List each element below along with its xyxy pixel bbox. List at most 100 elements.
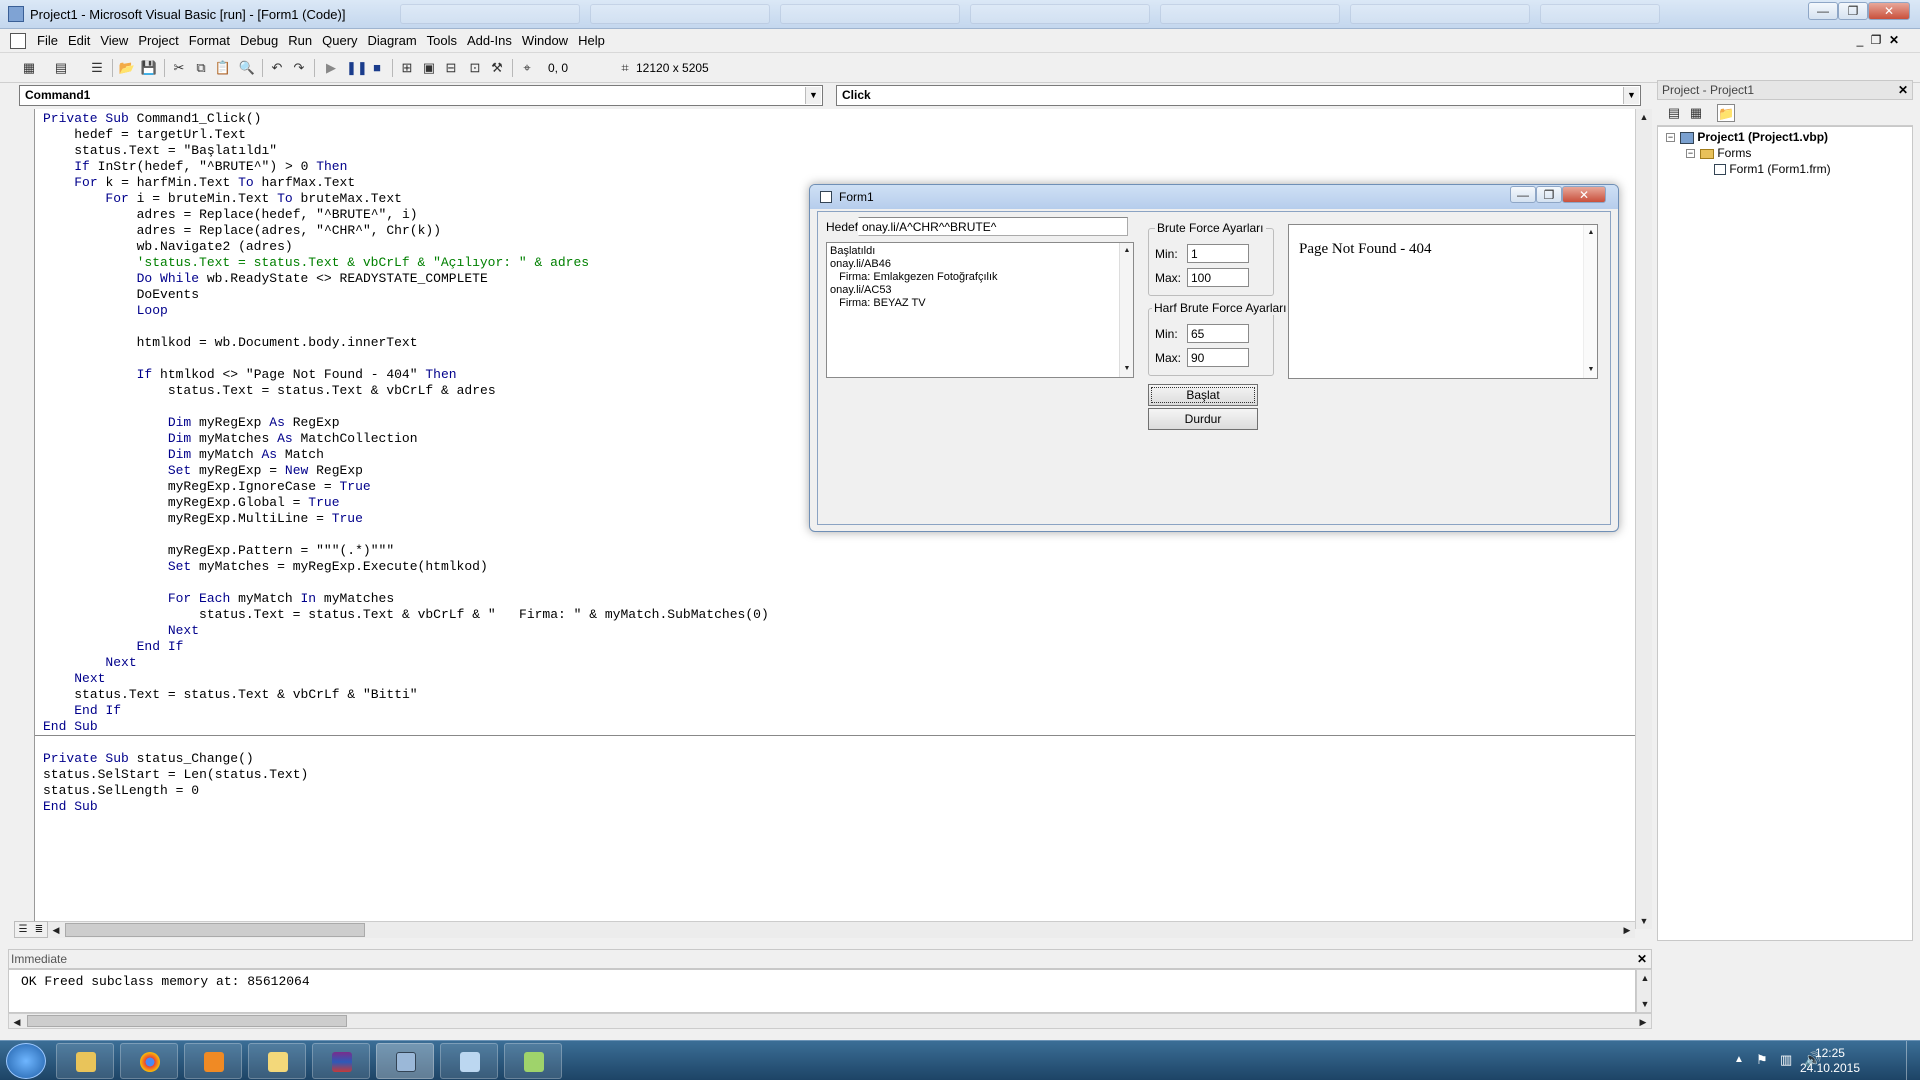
procedure-combo[interactable]: Click ▼: [836, 85, 1641, 106]
code-line[interactable]: Set myMatches = myRegExp.Execute(htmlkod…: [43, 559, 769, 575]
code-line[interactable]: [43, 351, 769, 367]
immediate-vertical-scrollbar[interactable]: ▲ ▼: [1636, 969, 1652, 1013]
action-center-icon[interactable]: ⚑: [1756, 1052, 1768, 1068]
mdi-restore-icon[interactable]: ❐: [1868, 33, 1884, 49]
scroll-down-icon[interactable]: ▼: [1636, 913, 1652, 929]
minimize-button[interactable]: —: [1510, 186, 1536, 203]
start-button[interactable]: Başlat: [1148, 384, 1258, 406]
code-line[interactable]: myRegExp.Pattern = """(.*)""": [43, 543, 769, 559]
properties-window-icon[interactable]: ▣: [420, 59, 438, 77]
taskbar-winrar[interactable]: [312, 1043, 370, 1079]
code-line[interactable]: Next: [43, 655, 769, 671]
harf-min-input[interactable]: 65: [1187, 324, 1249, 343]
toggle-folders-icon[interactable]: 📁: [1717, 104, 1735, 122]
code-line[interactable]: myRegExp.IgnoreCase = True: [43, 479, 769, 495]
close-icon[interactable]: ✕: [1637, 952, 1647, 966]
close-button[interactable]: ✕: [1562, 186, 1606, 203]
code-line[interactable]: adres = Replace(hedef, "^BRUTE^", i): [43, 207, 769, 223]
code-line[interactable]: Dim myMatch As Match: [43, 447, 769, 463]
scroll-right-icon[interactable]: ▶: [1635, 1014, 1651, 1030]
code-line[interactable]: 'status.Text = status.Text & vbCrLf & "A…: [43, 255, 769, 271]
paste-icon[interactable]: 📋: [214, 59, 232, 77]
hedef-input[interactable]: onay.li/A^CHR^^BRUTE^: [858, 217, 1128, 236]
scroll-thumb[interactable]: [27, 1015, 347, 1027]
maximize-button[interactable]: ❐: [1536, 186, 1562, 203]
scroll-up-icon[interactable]: ▲: [1584, 225, 1597, 241]
code-line[interactable]: hedef = targetUrl.Text: [43, 127, 769, 143]
code-line[interactable]: Next: [43, 671, 769, 687]
save-icon[interactable]: 💾: [140, 59, 158, 77]
menu-item-tools[interactable]: Tools: [422, 29, 462, 53]
taskbar-media-player[interactable]: [184, 1043, 242, 1079]
tree-node-forms[interactable]: Forms: [1700, 146, 1751, 160]
taskbar-vb6[interactable]: [376, 1043, 434, 1079]
code-line[interactable]: Loop: [43, 303, 769, 319]
code-line[interactable]: For i = bruteMin.Text To bruteMax.Text: [43, 191, 769, 207]
scroll-up-icon[interactable]: ▲: [1637, 970, 1653, 986]
minimize-button[interactable]: —: [1808, 2, 1838, 20]
end-icon[interactable]: ■: [368, 59, 386, 77]
web-browser-control[interactable]: Page Not Found - 404 ▲ ▼: [1288, 224, 1598, 379]
tree-node-form1[interactable]: Form1 (Form1.frm): [1714, 162, 1831, 176]
form-layout-icon[interactable]: ⊟: [442, 59, 460, 77]
code-line[interactable]: [43, 527, 769, 543]
mdi-minimize-icon[interactable]: _: [1852, 33, 1868, 49]
menu-editor-icon[interactable]: ☰: [88, 59, 106, 77]
close-button[interactable]: ✕: [1868, 2, 1910, 20]
procedure-view-icon[interactable]: ☰: [15, 922, 31, 938]
menu-item-add-ins[interactable]: Add-Ins: [462, 29, 517, 53]
code-line[interactable]: Next: [43, 623, 769, 639]
network-icon[interactable]: ▥: [1780, 1052, 1792, 1068]
code-line[interactable]: Do While wb.ReadyState <> READYSTATE_COM…: [43, 271, 769, 287]
code-line[interactable]: myRegExp.MultiLine = True: [43, 511, 769, 527]
code-line[interactable]: Set myRegExp = New RegExp: [43, 463, 769, 479]
code-line[interactable]: End If: [43, 703, 769, 719]
stop-button[interactable]: Durdur: [1148, 408, 1258, 430]
menu-item-help[interactable]: Help: [573, 29, 610, 53]
scroll-down-icon[interactable]: ▼: [1584, 362, 1597, 378]
add-form-icon[interactable]: ▤: [52, 59, 70, 77]
code-line[interactable]: status.Text = "Başlatıldı": [43, 143, 769, 159]
code-line[interactable]: If htmlkod <> "Page Not Found - 404" The…: [43, 367, 769, 383]
undo-icon[interactable]: ↶: [268, 59, 286, 77]
menu-item-edit[interactable]: Edit: [63, 29, 95, 53]
view-code-icon[interactable]: ▤: [1665, 104, 1683, 122]
system-clock[interactable]: 12:25 24.10.2015: [1800, 1046, 1860, 1076]
maximize-button[interactable]: ❐: [1838, 2, 1868, 20]
code-line[interactable]: If InStr(hedef, "^BRUTE^") > 0 Then: [43, 159, 769, 175]
view-object-icon[interactable]: ▦: [1687, 104, 1705, 122]
open-icon[interactable]: 📂: [118, 59, 136, 77]
start-button-orb[interactable]: [6, 1043, 46, 1079]
menu-item-format[interactable]: Format: [184, 29, 235, 53]
code-line[interactable]: For Each myMatch In myMatches: [43, 591, 769, 607]
code-line[interactable]: status.SelLength = 0: [43, 783, 769, 799]
code-vertical-scrollbar[interactable]: ▲ ▼: [1635, 109, 1652, 929]
scroll-up-icon[interactable]: ▲: [1636, 109, 1652, 125]
find-icon[interactable]: 🔍: [238, 59, 256, 77]
mdi-child-icon[interactable]: [10, 33, 26, 49]
scroll-up-icon[interactable]: ▲: [1120, 243, 1133, 259]
full-module-view-icon[interactable]: ≣: [31, 922, 47, 938]
menu-item-project[interactable]: Project: [133, 29, 183, 53]
cut-icon[interactable]: ✂: [170, 59, 188, 77]
chevron-down-icon[interactable]: ▼: [1623, 87, 1639, 104]
show-desktop-button[interactable]: [1906, 1041, 1920, 1080]
scroll-left-icon[interactable]: ◀: [9, 1014, 25, 1030]
browser-vertical-scrollbar[interactable]: ▲ ▼: [1583, 225, 1597, 378]
code-horizontal-scrollbar[interactable]: ◀ ▶: [48, 921, 1635, 938]
code-line[interactable]: status.Text = status.Text & vbCrLf & adr…: [43, 383, 769, 399]
code-line[interactable]: status.Text = status.Text & vbCrLf & " F…: [43, 607, 769, 623]
show-hidden-icons-icon[interactable]: ▲: [1734, 1054, 1744, 1065]
code-line[interactable]: For k = harfMin.Text To harfMax.Text: [43, 175, 769, 191]
taskbar-folder[interactable]: [248, 1043, 306, 1079]
break-icon[interactable]: ❚❚: [346, 59, 368, 77]
code-line[interactable]: adres = Replace(adres, "^CHR^", Chr(k)): [43, 223, 769, 239]
object-combo[interactable]: Command1 ▼: [19, 85, 823, 106]
toolbox-icon[interactable]: ⚒: [488, 59, 506, 77]
status-textbox[interactable]: Başlatıldı onay.li/AB46 Firma: Emlakgezen…: [826, 242, 1134, 378]
taskbar-notepad-plus[interactable]: [504, 1043, 562, 1079]
code-line[interactable]: End Sub: [43, 799, 769, 815]
close-icon[interactable]: ✕: [1898, 83, 1908, 97]
code-line[interactable]: [43, 735, 769, 751]
redo-icon[interactable]: ↷: [290, 59, 308, 77]
